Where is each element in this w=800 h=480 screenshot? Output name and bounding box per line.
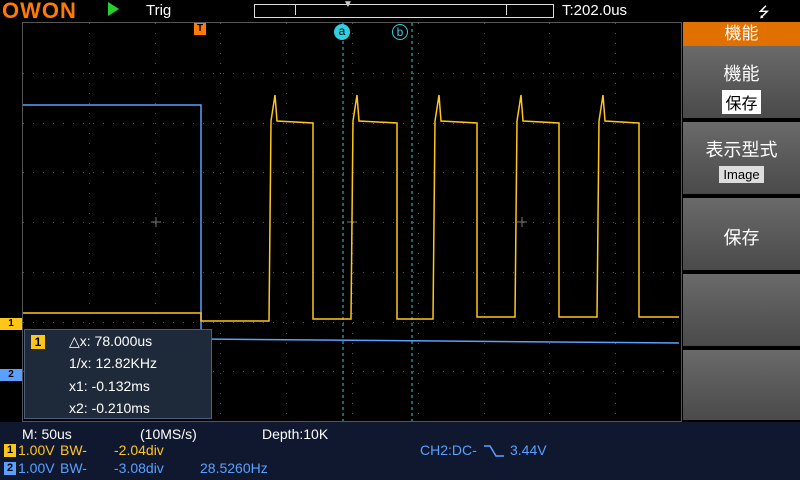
- menu-display-type-title: 表示型式: [705, 140, 778, 160]
- ch1-waveform: [23, 94, 679, 322]
- cursor-channel-badge: 1: [31, 335, 45, 349]
- ch1-badge: 1: [4, 444, 16, 457]
- ch2-position: -3.08div: [114, 460, 164, 476]
- cursor-x2: x2: -0.210ms: [69, 400, 150, 416]
- ch1-position: -2.04div: [114, 442, 164, 458]
- menu-empty-button-2[interactable]: [683, 350, 800, 422]
- status-bar: OWON Trig ▼ T:202.0us ⭍: [0, 0, 800, 23]
- cursor-measurement-panel: 1 △x: 78.000us 1/x: 12.82KHz x1: -0.132m…: [24, 329, 212, 419]
- buffer-view-window: [295, 5, 507, 15]
- trigger-level: 3.44V: [510, 442, 547, 458]
- trigger-status: Trig: [146, 2, 172, 19]
- menu-empty-button-1[interactable]: [683, 274, 800, 348]
- menu-function-title: 機能: [723, 64, 760, 84]
- ch2-frequency: 28.5260Hz: [200, 460, 268, 476]
- memory-depth: Depth:10K: [262, 426, 329, 442]
- memory-buffer-bar: ▼: [254, 0, 554, 18]
- trigger-time: T:202.0us: [562, 2, 628, 19]
- menu-header: 機能: [683, 22, 800, 46]
- play-icon: [108, 2, 119, 16]
- menu-function-value: 保存: [722, 90, 761, 114]
- ch1-scale: 1.00V: [18, 442, 55, 458]
- menu-function-button[interactable]: 機能 保存: [683, 46, 800, 120]
- ch2-level-marker[interactable]: 2: [0, 369, 22, 381]
- side-menu: 機能 機能 保存 表示型式 Image 保存: [683, 22, 800, 422]
- cursor-x1: x1: -0.132ms: [69, 378, 150, 394]
- ch1-bandwidth: BW-: [60, 442, 87, 458]
- menu-save-title: 保存: [723, 228, 760, 248]
- cursor-inverse-delta-x: 1/x: 12.82KHz: [69, 355, 157, 371]
- timebase: M: 50us: [22, 426, 72, 442]
- cursor-b-label[interactable]: b: [392, 24, 408, 40]
- menu-save-button[interactable]: 保存: [683, 198, 800, 272]
- cursor-delta-x: △x: 78.000us: [69, 333, 153, 349]
- ch2-bandwidth: BW-: [60, 460, 87, 476]
- sample-rate: (10MS/s): [140, 426, 197, 442]
- menu-display-type-value: Image: [719, 166, 764, 183]
- menu-display-type-button[interactable]: 表示型式 Image: [683, 122, 800, 196]
- falling-edge-icon: [484, 444, 504, 458]
- ch2-badge: 2: [4, 462, 16, 475]
- brand-logo: OWON: [2, 0, 77, 23]
- trigger-position-marker[interactable]: T: [194, 23, 206, 35]
- down-triangle-marker-icon: ▼: [343, 0, 353, 10]
- bottom-status-bar: M: 50us (10MS/s) Depth:10K 1 1.00V BW- -…: [0, 422, 800, 480]
- cursor-a-label[interactable]: a: [334, 24, 350, 40]
- trigger-info: CH2:DC-: [420, 442, 477, 458]
- ch2-scale: 1.00V: [18, 460, 55, 476]
- ch1-level-marker[interactable]: 1: [0, 318, 22, 330]
